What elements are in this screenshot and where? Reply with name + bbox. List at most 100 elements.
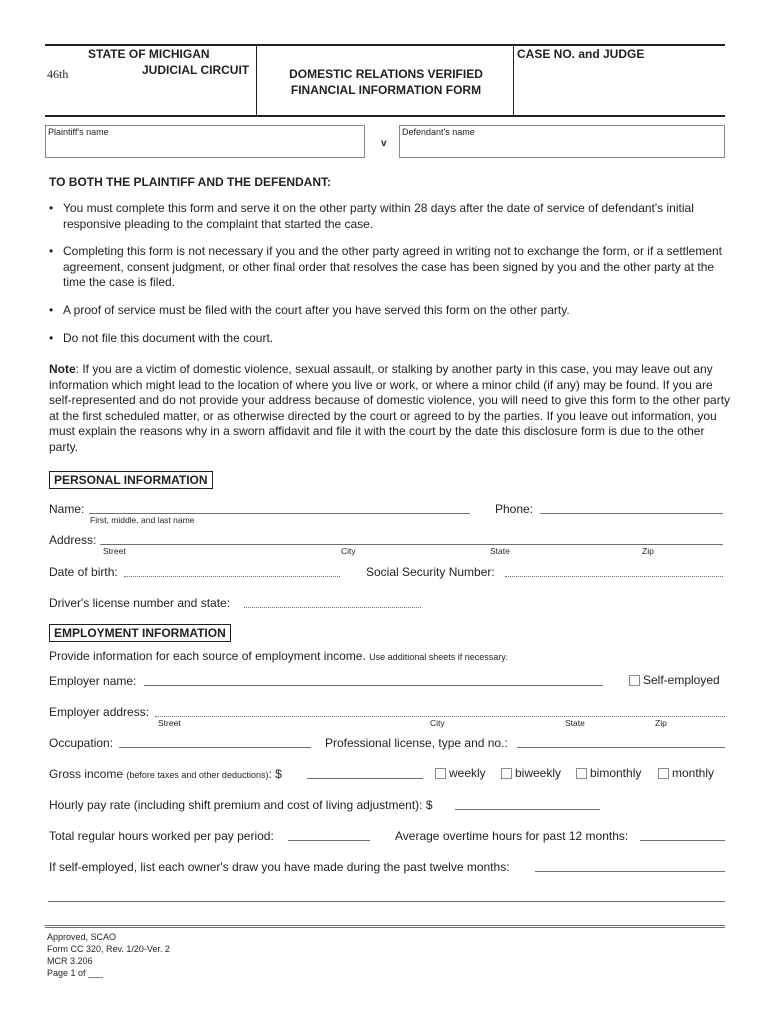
- bullet-icon: •: [49, 331, 54, 345]
- form-footer: Approved, SCAO Form CC 320, Rev. 1/20-Ve…: [47, 931, 170, 979]
- instruction-bullet: • A proof of service must be filed with …: [49, 303, 729, 319]
- phone-input[interactable]: [540, 513, 723, 514]
- address-label: Address:: [49, 533, 97, 547]
- frequency-option-weekly[interactable]: weekly: [435, 766, 486, 780]
- ssn-input[interactable]: [505, 576, 723, 577]
- personal-info-heading: PERSONAL INFORMATION: [49, 471, 213, 489]
- owners-draw-input-continued[interactable]: [48, 901, 725, 902]
- self-employed-checkbox[interactable]: [629, 674, 640, 686]
- header-bottom-rule: [45, 115, 725, 117]
- gross-income-label: Gross income (before taxes and other ded…: [49, 767, 282, 781]
- address-hint-state: State: [490, 546, 510, 556]
- occupation-label: Occupation:: [49, 736, 114, 750]
- footer-approved: Approved, SCAO: [47, 932, 117, 942]
- bimonthly-label: bimonthly: [590, 766, 642, 780]
- frequency-option-biweekly[interactable]: biweekly: [501, 766, 561, 780]
- form-title: DOMESTIC RELATIONS VERIFIED FINANCIAL IN…: [258, 66, 514, 98]
- dob-input[interactable]: [124, 576, 340, 577]
- address-hint-city: City: [341, 546, 356, 556]
- gross-income-text: Gross income: [49, 767, 124, 781]
- overtime-label: Average overtime hours for past 12 month…: [395, 829, 629, 843]
- biweekly-checkbox[interactable]: [501, 767, 512, 779]
- hourly-rate-input[interactable]: [455, 809, 600, 810]
- circuit-number: 46th: [47, 67, 69, 81]
- weekly-label: weekly: [449, 766, 486, 780]
- dob-label: Date of birth:: [49, 565, 118, 579]
- owners-draw-label: If self-employed, list each owner's draw…: [49, 860, 510, 874]
- employment-intro-text: Provide information for each source of e…: [49, 649, 366, 663]
- bullet-text: Completing this form is not necessary if…: [63, 244, 723, 289]
- name-input[interactable]: [89, 513, 470, 514]
- address-input[interactable]: [100, 544, 723, 545]
- hourly-rate-label: Hourly pay rate (including shift premium…: [49, 798, 433, 812]
- note-paragraph: Note: If you are a victim of domestic vi…: [49, 362, 731, 455]
- footer-rule-ref: MCR 3.206: [47, 956, 93, 966]
- note-text: : If you are a victim of domestic violen…: [49, 362, 731, 454]
- state-label: STATE OF MICHIGAN: [88, 47, 210, 61]
- regular-hours-input[interactable]: [288, 840, 370, 841]
- monthly-label: monthly: [672, 766, 715, 780]
- gross-income-suffix: : $: [268, 767, 282, 781]
- instruction-bullet: • Do not file this document with the cou…: [49, 331, 729, 347]
- employer-address-hint-street: Street: [158, 718, 181, 728]
- license-label: Professional license, type and no.:: [325, 736, 508, 750]
- address-hint-zip: Zip: [642, 546, 654, 556]
- bullet-text: A proof of service must be filed with th…: [63, 303, 570, 317]
- bullet-icon: •: [49, 244, 54, 258]
- case-no-label: CASE NO. and JUDGE: [517, 47, 645, 61]
- occupation-input[interactable]: [119, 747, 311, 748]
- footer-form-id: Form CC 320, Rev. 1/20-Ver. 2: [47, 944, 170, 954]
- monthly-checkbox[interactable]: [658, 767, 669, 779]
- bullet-icon: •: [49, 303, 54, 317]
- employer-address-hint-zip: Zip: [655, 718, 667, 728]
- instruction-bullet: • You must complete this form and serve …: [49, 201, 729, 232]
- owners-draw-input[interactable]: [535, 871, 725, 872]
- regular-hours-label: Total regular hours worked per pay perio…: [49, 829, 274, 843]
- employer-name-input[interactable]: [144, 685, 603, 686]
- dl-input[interactable]: [244, 607, 421, 608]
- overtime-input[interactable]: [640, 840, 725, 841]
- license-input[interactable]: [517, 747, 725, 748]
- employer-address-hint-city: City: [430, 718, 445, 728]
- versus-label: v: [381, 138, 387, 149]
- circuit-label: JUDICIAL CIRCUIT: [142, 63, 250, 77]
- frequency-option-bimonthly[interactable]: bimonthly: [576, 766, 641, 780]
- footer-rule: [45, 925, 725, 926]
- employer-address-label: Employer address:: [49, 705, 150, 719]
- header-divider: [256, 45, 257, 116]
- employment-info-heading: EMPLOYMENT INFORMATION: [49, 624, 231, 642]
- footer-page: Page 1 of ___: [47, 968, 104, 978]
- defendant-name-label: Defendant's name: [402, 127, 475, 137]
- defendant-name-field[interactable]: Defendant's name: [399, 125, 725, 158]
- employer-address-input[interactable]: [155, 716, 725, 717]
- gross-income-input[interactable]: [307, 778, 423, 779]
- form-title-line1: DOMESTIC RELATIONS VERIFIED: [289, 67, 483, 81]
- plaintiff-name-label: Plaintiff's name: [48, 127, 109, 137]
- biweekly-label: biweekly: [515, 766, 562, 780]
- name-hint: First, middle, and last name: [90, 515, 195, 525]
- name-label: Name:: [49, 502, 85, 516]
- bullet-text: Do not file this document with the court…: [63, 331, 274, 345]
- frequency-option-monthly[interactable]: monthly: [658, 766, 714, 780]
- phone-label: Phone:: [495, 502, 534, 516]
- plaintiff-name-field[interactable]: Plaintiff's name: [45, 125, 365, 158]
- dl-label: Driver's license number and state:: [49, 596, 231, 610]
- employment-intro: Provide information for each source of e…: [49, 649, 508, 663]
- form-title-line2: FINANCIAL INFORMATION FORM: [290, 83, 482, 97]
- header-top-rule: [45, 44, 725, 46]
- instruction-bullet: • Completing this form is not necessary …: [49, 244, 729, 291]
- instructions-heading: TO BOTH THE PLAINTIFF AND THE DEFENDANT:: [49, 175, 331, 189]
- address-hint-street: Street: [103, 546, 126, 556]
- note-label: Note: [49, 362, 76, 376]
- bullet-icon: •: [49, 201, 54, 215]
- ssn-label: Social Security Number:: [366, 565, 495, 579]
- weekly-checkbox[interactable]: [435, 767, 446, 779]
- self-employed-option[interactable]: Self-employed: [629, 673, 720, 687]
- footer-rule: [45, 927, 725, 928]
- employment-intro-small: Use additional sheets if necessary.: [369, 652, 508, 662]
- bimonthly-checkbox[interactable]: [576, 767, 587, 779]
- bullet-text: You must complete this form and serve it…: [63, 201, 694, 231]
- employer-name-label: Employer name:: [49, 674, 137, 688]
- self-employed-label: Self-employed: [643, 673, 720, 687]
- gross-income-note: (before taxes and other deductions): [126, 770, 269, 780]
